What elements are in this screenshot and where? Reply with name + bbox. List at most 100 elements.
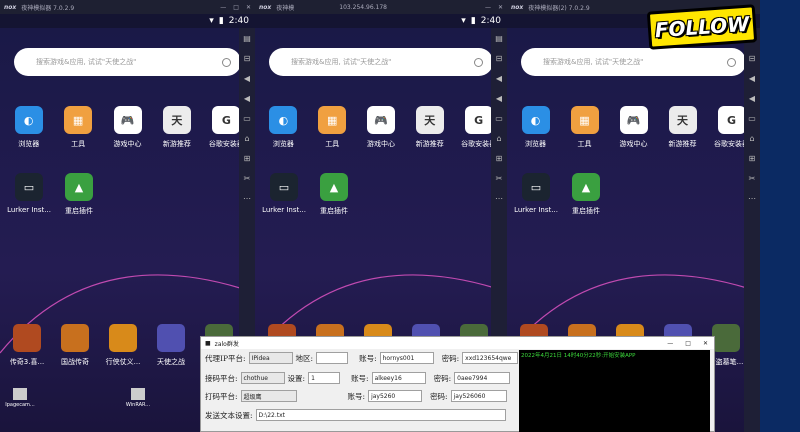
toolbar-icon[interactable]: ⊟ [244, 54, 251, 63]
more-icon[interactable]: ⋯ [243, 194, 251, 203]
app-apps_row2-1[interactable]: ▲ 重启插件 [60, 173, 98, 216]
toolbar-icon[interactable]: ⌂ [749, 134, 754, 143]
app-row-1: ◐ 浏览器 ▦ 工具 🎮 游戏中心天新游推荐 G 谷歌安装器 [10, 106, 245, 149]
toolbar-icon[interactable]: ⊞ [496, 154, 503, 163]
toolbar-icon[interactable]: ⊟ [749, 54, 756, 63]
region-input[interactable] [316, 352, 349, 364]
search-icon[interactable] [474, 57, 483, 67]
app-label: 工具 [577, 140, 592, 148]
minimize-icon[interactable]: — [667, 340, 673, 347]
clock: 2:40 [228, 16, 249, 26]
ip-label: 103.254.96.178 [339, 3, 387, 11]
toolbar-icon[interactable]: ⊟ [496, 54, 503, 63]
search-icon[interactable] [727, 57, 736, 67]
app-icon: G [717, 106, 746, 134]
app-dock_apps-3[interactable]: 天使之战 [152, 324, 190, 367]
password-input[interactable]: 0aee7994 [454, 372, 511, 384]
app-dock_apps-2[interactable]: 行侠仗义... [104, 324, 142, 367]
app-label: 游戏中心 [366, 140, 395, 148]
app-icon: ◐ [521, 106, 550, 134]
search-icon[interactable] [222, 57, 231, 67]
app-apps_row2-0[interactable]: ▭ Lurker Inst... [262, 173, 306, 216]
proxy-select[interactable]: IPidea [248, 352, 293, 364]
app-apps_row2-1[interactable]: ▲ 重启插件 [315, 173, 353, 216]
app-icon: ▭ [270, 173, 298, 201]
password-input[interactable]: xxd123654qwe [462, 352, 519, 364]
app-row-1: ◐ 浏览器 ▦ 工具 🎮 游戏中心天新游推荐 G 谷歌安装器 [265, 106, 497, 149]
app-dock_apps-0[interactable]: 传奇3.喜... [8, 324, 46, 367]
app-label: 浏览器 [18, 140, 40, 148]
scissors-icon[interactable]: ✂ [749, 174, 756, 183]
volume-icon[interactable]: ◀ [749, 94, 755, 103]
toolbar-icon[interactable]: ▤ [243, 34, 251, 43]
app-apps_row1-2[interactable]: 🎮 游戏中心 [363, 106, 400, 149]
app-apps_row1-1[interactable]: ▦ 工具 [314, 106, 351, 149]
app-apps_row1-0[interactable]: ◐ 浏览器 [517, 106, 554, 149]
search-bar[interactable]: 搜索游戏&应用, 试试"天使之战" [14, 48, 241, 76]
send-file-input[interactable]: D:\22.txt [255, 409, 506, 421]
app-label: 工具 [325, 140, 340, 148]
volume-icon[interactable]: ◀ [244, 74, 250, 83]
toolbar-icon[interactable]: ▭ [495, 114, 503, 123]
app-apps_row1-2[interactable]: 🎮 游戏中心 [615, 106, 652, 149]
toolbar-icon[interactable]: ⌂ [496, 134, 501, 143]
app-apps_row1-3[interactable]: 天新游推荐 [664, 106, 701, 149]
dialog-title: zalo群发 [214, 340, 239, 348]
scissors-icon[interactable]: ✂ [496, 174, 503, 183]
minimize-icon[interactable]: — [220, 4, 226, 11]
app-label: 新游推荐 [668, 140, 697, 148]
app-label: 游戏中心 [619, 140, 648, 148]
volume-icon[interactable]: ◀ [496, 74, 502, 83]
search-bar[interactable]: 搜索游戏&应用, 试试"天使之战" [269, 48, 493, 76]
nox-logo: nox [259, 3, 272, 11]
more-icon[interactable]: ⋯ [495, 194, 503, 203]
app-icon: ▦ [570, 106, 599, 134]
app-apps_row1-3[interactable]: 天新游推荐 [411, 106, 448, 149]
maximize-icon[interactable]: □ [233, 4, 239, 11]
account-input[interactable]: alkeey16 [371, 372, 426, 384]
app-icon: ▲ [65, 173, 93, 201]
emulator-toolbar: ▤⊟◀◀▭⌂⊞✂⋯ [744, 28, 760, 432]
toolbar-icon[interactable]: ▤ [495, 34, 503, 43]
toolbar-icon[interactable]: ⊞ [749, 154, 756, 163]
close-icon[interactable]: ✕ [498, 4, 503, 11]
app-label: 天使之战 [157, 358, 185, 366]
app-icon: ▲ [320, 173, 348, 201]
volume-icon[interactable]: ◀ [244, 94, 250, 103]
toolbar-icon[interactable]: ▭ [748, 114, 756, 123]
app-apps_row2-0[interactable]: ▭ Lurker Inst... [514, 173, 558, 216]
app-apps_row2-0[interactable]: ▭ Lurker Inst... [7, 173, 51, 216]
code-select[interactable]: chothue [240, 372, 285, 384]
close-icon[interactable]: ✕ [703, 340, 708, 347]
account-input[interactable]: jay5260 [368, 390, 423, 402]
scissors-icon[interactable]: ✂ [244, 174, 251, 183]
app-apps_row1-1[interactable]: ▦ 工具 [566, 106, 603, 149]
password-input[interactable]: jay526060 [450, 390, 507, 402]
more-icon[interactable]: ⋯ [748, 194, 756, 203]
app-apps_row1-2[interactable]: 🎮 游戏中心 [109, 106, 146, 149]
emulator-titlebar: nox 夜神模 103.254.96.178 — ✕ [255, 0, 507, 14]
wifi-icon: ▾ [461, 16, 466, 26]
account-input[interactable]: hornys001 [379, 352, 434, 364]
app-apps_row1-0[interactable]: ◐ 浏览器 [265, 106, 302, 149]
app-dock_apps-1[interactable]: 国战传奇 [56, 324, 94, 367]
emulator-title: 夜神模拟器(2) 7.0.2.9 [528, 4, 590, 12]
volume-icon[interactable]: ◀ [749, 74, 755, 83]
desktop-icon[interactable]: Ipagecam... [2, 388, 38, 408]
qty-input[interactable]: 1 [308, 372, 341, 384]
app-apps_row1-1[interactable]: ▦ 工具 [59, 106, 96, 149]
close-icon[interactable]: ✕ [246, 4, 251, 11]
search-bar[interactable]: 搜索游戏&应用, 试试"天使之战" [521, 48, 746, 76]
app-apps_row1-0[interactable]: ◐ 浏览器 [10, 106, 47, 149]
minimize-icon[interactable]: — [485, 4, 491, 11]
volume-icon[interactable]: ◀ [496, 94, 502, 103]
captcha-select[interactable]: 超级鹰 [240, 390, 297, 402]
maximize-icon[interactable]: □ [685, 340, 691, 347]
toolbar-icon[interactable]: ⌂ [244, 134, 249, 143]
app-apps_row2-1[interactable]: ▲ 重启插件 [567, 173, 605, 216]
app-row-2: ▭ Lurker Inst... ▲ 重启插件 [514, 173, 750, 216]
desktop-icon[interactable]: WinRAR... [120, 388, 156, 408]
toolbar-icon[interactable]: ⊞ [244, 154, 251, 163]
app-apps_row1-3[interactable]: 天新游推荐 [158, 106, 195, 149]
toolbar-icon[interactable]: ▭ [243, 114, 251, 123]
